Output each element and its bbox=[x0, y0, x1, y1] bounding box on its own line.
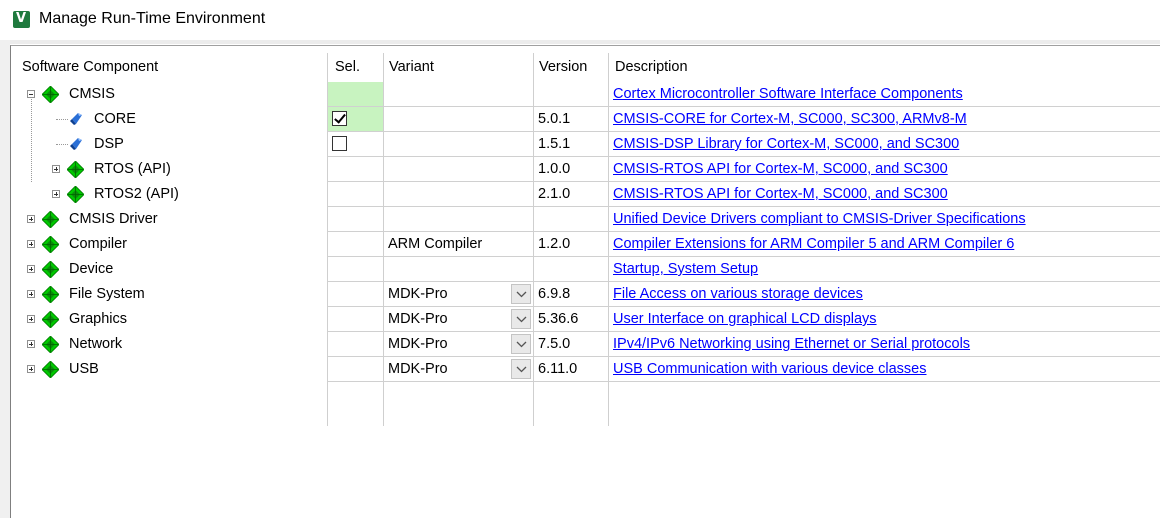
green-diamond-icon bbox=[41, 285, 60, 304]
green-diamond-icon bbox=[41, 235, 60, 254]
component-grid: Software Component Sel. Variant Version … bbox=[10, 45, 1160, 518]
description-link[interactable]: File Access on various storage devices bbox=[613, 282, 863, 307]
chevron-down-icon[interactable] bbox=[511, 334, 531, 354]
header-variant[interactable]: Variant bbox=[389, 52, 434, 82]
component-name: DSP bbox=[94, 136, 124, 152]
list-item: Network MDK-Pro 7.5.0 IPv4/IPv6 Networking … bbox=[11, 332, 1160, 357]
list-item: USB MDK-Pro 6.11.0 USB Communication with v… bbox=[11, 357, 1160, 382]
expand-icon[interactable] bbox=[52, 165, 60, 173]
description-link[interactable]: CMSIS-CORE for Cortex-M, SC000, SC300, A… bbox=[613, 107, 967, 132]
blue-gem-icon bbox=[70, 113, 82, 125]
chevron-down-icon[interactable] bbox=[511, 284, 531, 304]
header-sel[interactable]: Sel. bbox=[335, 52, 360, 82]
title-bar: Manage Run-Time Environment bbox=[0, 0, 1160, 40]
list-item: File System MDK-Pro 6.9.8 File Access on va… bbox=[11, 282, 1160, 307]
description-link[interactable]: Unified Device Drivers compliant to CMSI… bbox=[613, 207, 1026, 232]
component-name: Device bbox=[69, 261, 114, 277]
green-diamond-icon bbox=[66, 185, 85, 204]
description-link[interactable]: CMSIS-RTOS API for Cortex-M, SC000, and … bbox=[613, 157, 948, 182]
version-value: 6.11.0 bbox=[538, 361, 578, 377]
list-item: Graphics MDK-Pro 5.36.6 User Interface on g… bbox=[11, 307, 1160, 332]
expand-icon[interactable] bbox=[27, 290, 35, 298]
header-version[interactable]: Version bbox=[539, 52, 587, 82]
green-diamond-icon bbox=[41, 335, 60, 354]
component-name: CMSIS bbox=[69, 86, 115, 102]
green-diamond-icon bbox=[41, 210, 60, 229]
chevron-down-icon[interactable] bbox=[511, 309, 531, 329]
header-software-component[interactable]: Software Component bbox=[22, 52, 158, 82]
collapse-icon[interactable] bbox=[27, 90, 35, 98]
list-item: DSP 1.5.1 CMSIS-DSP Library for Cortex-M, … bbox=[11, 132, 1160, 157]
window-left-edge bbox=[0, 40, 10, 518]
expand-icon[interactable] bbox=[52, 190, 60, 198]
description-link[interactable]: USB Communication with various device cl… bbox=[613, 357, 927, 382]
tree-connector bbox=[56, 119, 68, 120]
description-link[interactable]: User Interface on graphical LCD displays bbox=[613, 307, 877, 332]
component-name: Compiler bbox=[69, 236, 128, 252]
version-value: 1.5.1 bbox=[538, 136, 571, 152]
description-link[interactable]: CMSIS-RTOS API for Cortex-M, SC000, and … bbox=[613, 182, 948, 207]
version-value: 5.36.6 bbox=[538, 311, 579, 327]
green-diamond-icon bbox=[41, 360, 60, 379]
tree-connector bbox=[56, 144, 68, 145]
description-link[interactable]: Startup, System Setup bbox=[613, 257, 758, 282]
frame-strip bbox=[0, 40, 1160, 44]
list-item: RTOS2 (API) 2.1.0 CMSIS-RTOS API for Corte… bbox=[11, 182, 1160, 207]
component-name: File System bbox=[69, 286, 145, 302]
version-value: 2.1.0 bbox=[538, 186, 571, 202]
component-name: CORE bbox=[94, 111, 136, 127]
header-description[interactable]: Description bbox=[615, 52, 688, 82]
expand-icon[interactable] bbox=[27, 215, 35, 223]
variant-value[interactable]: MDK-Pro bbox=[388, 282, 448, 307]
description-link[interactable]: CMSIS-DSP Library for Cortex-M, SC000, a… bbox=[613, 132, 959, 157]
version-value: 6.9.8 bbox=[538, 286, 571, 302]
component-name: Graphics bbox=[69, 311, 128, 327]
chevron-down-icon[interactable] bbox=[511, 359, 531, 379]
list-item: Compiler ARM Compiler 1.2.0 Compiler Extens… bbox=[11, 232, 1160, 257]
description-link[interactable]: Cortex Microcontroller Software Interfac… bbox=[613, 82, 963, 107]
component-name: Network bbox=[69, 336, 123, 352]
select-checkbox[interactable] bbox=[332, 136, 347, 151]
window-title: Manage Run-Time Environment bbox=[39, 10, 266, 27]
version-value: 5.0.1 bbox=[538, 111, 571, 127]
component-name: RTOS2 (API) bbox=[94, 186, 179, 202]
version-value: 1.2.0 bbox=[538, 236, 571, 252]
variant-value[interactable]: MDK-Pro bbox=[388, 357, 448, 382]
green-diamond-icon bbox=[41, 85, 60, 104]
description-link[interactable]: IPv4/IPv6 Networking using Ethernet or S… bbox=[613, 332, 970, 357]
app-icon bbox=[13, 11, 30, 28]
green-diamond-icon bbox=[41, 260, 60, 279]
expand-icon[interactable] bbox=[27, 240, 35, 248]
list-item: CORE 5.0.1 CMSIS-CORE for Cortex-M, SC000,… bbox=[11, 107, 1160, 132]
component-name: RTOS (API) bbox=[94, 161, 171, 177]
list-item: CMSIS Cortex Microcontroller Software Int… bbox=[11, 82, 1160, 107]
component-name: CMSIS Driver bbox=[69, 211, 158, 227]
select-checkbox[interactable] bbox=[332, 111, 347, 126]
list-item: RTOS (API) 1.0.0 CMSIS-RTOS API for Cortex… bbox=[11, 157, 1160, 182]
version-value: 1.0.0 bbox=[538, 161, 571, 177]
green-diamond-icon bbox=[41, 310, 60, 329]
expand-icon[interactable] bbox=[27, 265, 35, 273]
blue-gem-icon bbox=[70, 138, 82, 150]
component-name: USB bbox=[69, 361, 99, 377]
green-diamond-icon bbox=[66, 160, 85, 179]
version-value: 7.5.0 bbox=[538, 336, 571, 352]
description-link[interactable]: Compiler Extensions for ARM Compiler 5 a… bbox=[613, 232, 1014, 257]
list-item: CMSIS Driver Unified Device Drivers compl… bbox=[11, 207, 1160, 232]
expand-icon[interactable] bbox=[27, 315, 35, 323]
expand-icon[interactable] bbox=[27, 340, 35, 348]
variant-value[interactable]: MDK-Pro bbox=[388, 307, 448, 332]
tree-connector bbox=[31, 99, 32, 182]
variant-value[interactable]: MDK-Pro bbox=[388, 332, 448, 357]
row-divider bbox=[327, 381, 1160, 382]
selection-highlight bbox=[328, 82, 383, 106]
expand-icon[interactable] bbox=[27, 365, 35, 373]
variant-value: ARM Compiler bbox=[388, 236, 483, 252]
list-item: Device Startup, System Setup bbox=[11, 257, 1160, 282]
